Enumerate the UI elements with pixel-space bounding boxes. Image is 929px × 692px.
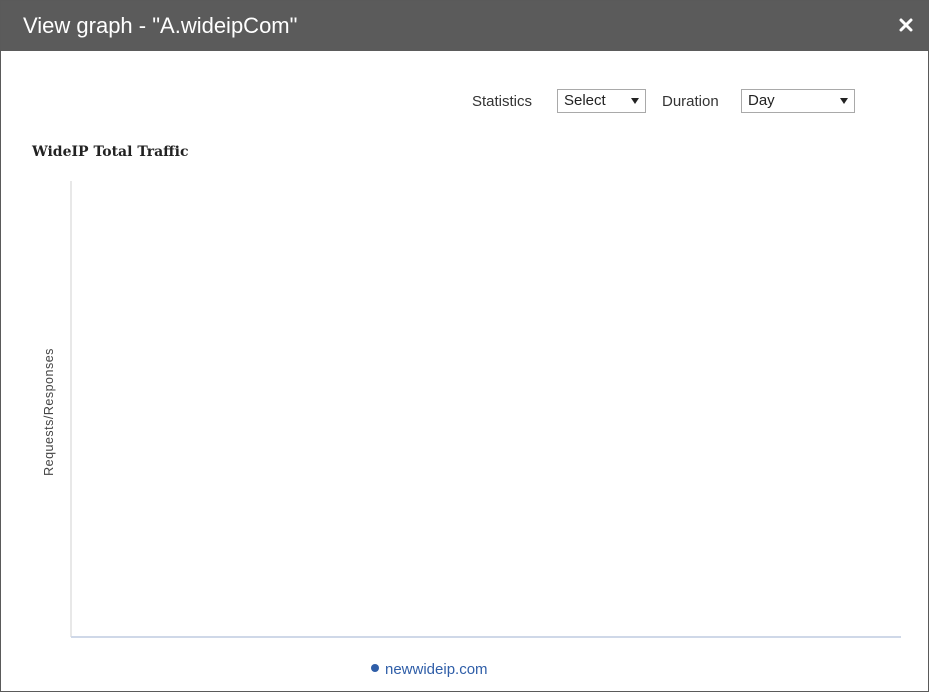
- legend-dot: [371, 664, 379, 672]
- y-axis-label: Requests/Responses: [42, 348, 56, 476]
- view-graph-dialog: View graph - "A.wideipCom" Statistics Se…: [0, 0, 929, 692]
- chart-plot: [70, 181, 901, 638]
- legend-item[interactable]: newwideip.com: [371, 661, 488, 678]
- legend-label: newwideip.com: [385, 661, 488, 678]
